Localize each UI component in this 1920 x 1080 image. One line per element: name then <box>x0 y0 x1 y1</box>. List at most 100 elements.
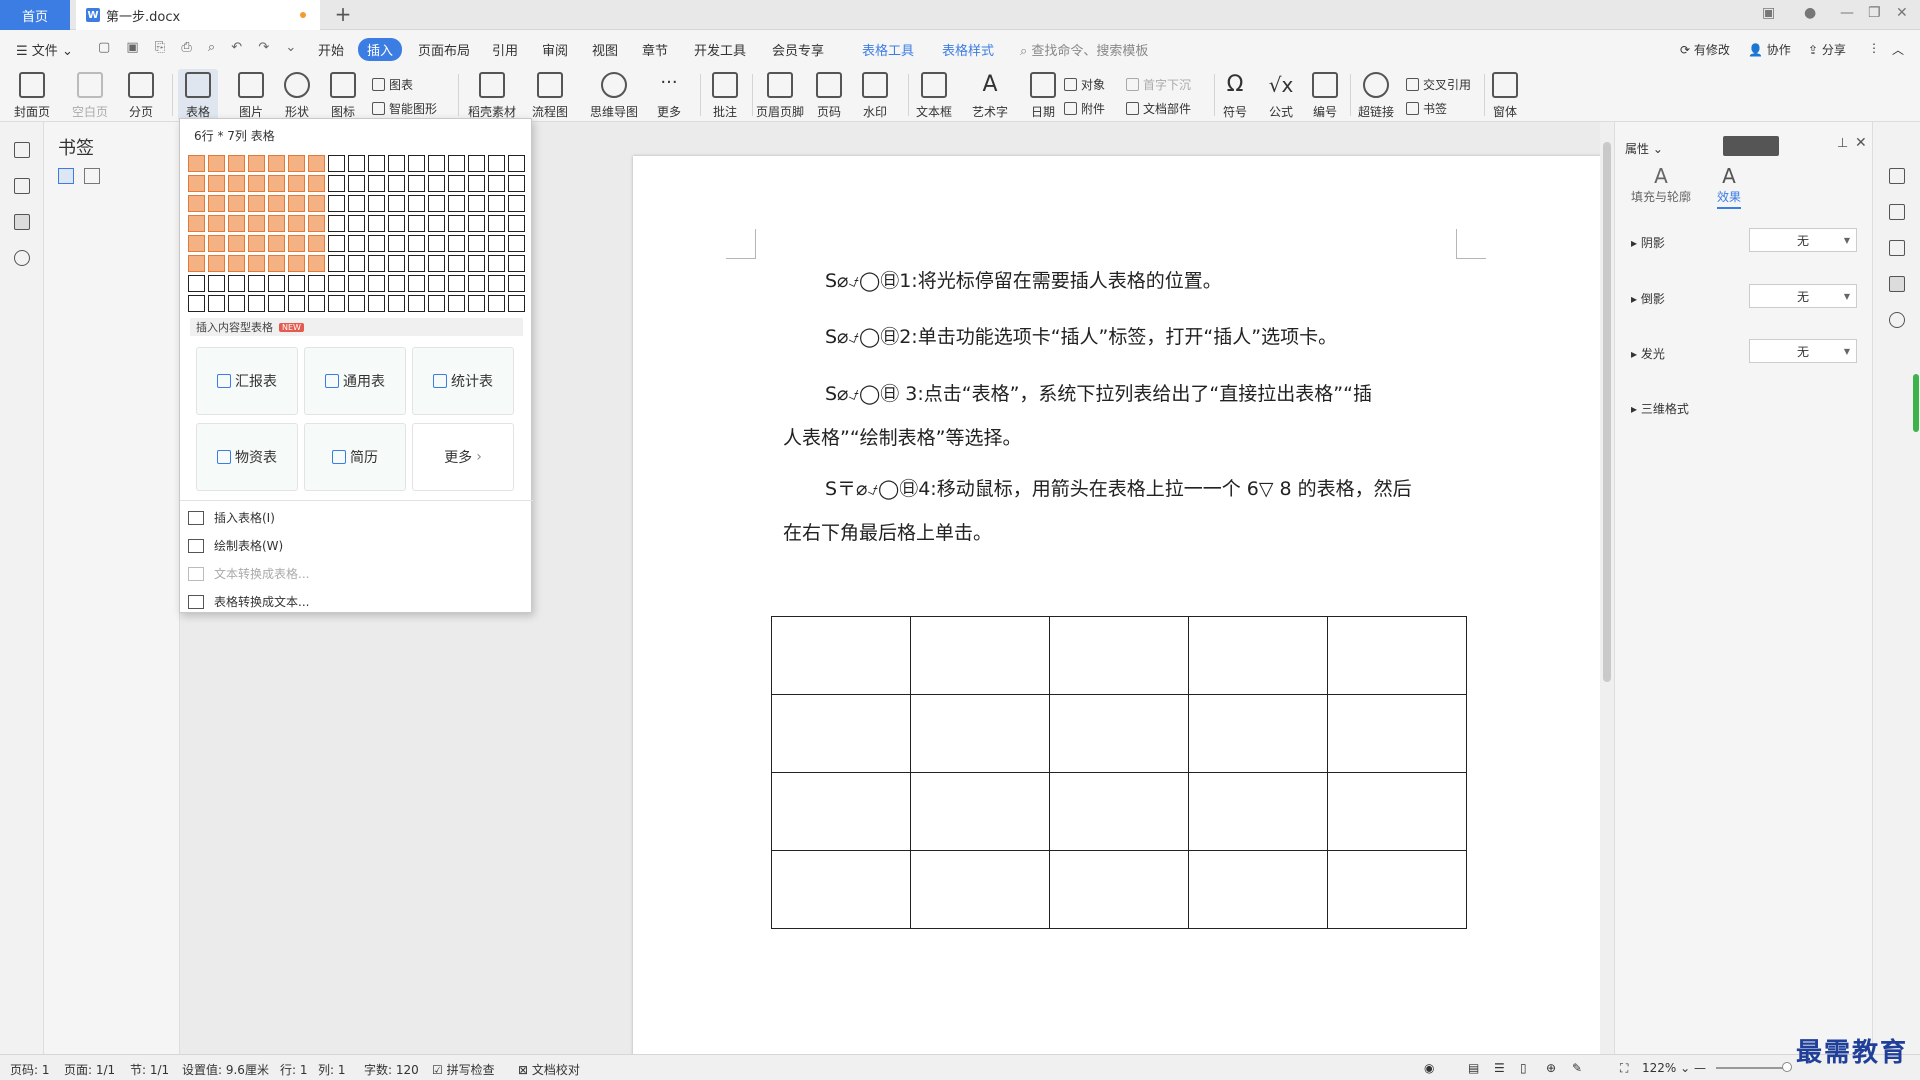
grid-cell[interactable] <box>448 255 465 272</box>
grid-cell[interactable] <box>248 235 265 252</box>
grid-cell[interactable] <box>188 295 205 312</box>
grid-cell[interactable] <box>468 155 485 172</box>
grid-cell[interactable] <box>228 295 245 312</box>
effects-tab[interactable]: A 效果 <box>1717 164 1742 209</box>
command-search[interactable]: ⌕ 查找命令、搜索模板 <box>1020 40 1148 59</box>
grid-cell[interactable] <box>288 235 305 252</box>
grid-cell[interactable] <box>508 195 525 212</box>
grid-cell[interactable] <box>428 215 445 232</box>
paragraph-step-4-cont[interactable]: 在右下角最后格上单击。 <box>783 511 1473 555</box>
grid-cell[interactable] <box>468 215 485 232</box>
grid-cell[interactable] <box>408 235 425 252</box>
table-cell[interactable] <box>1049 772 1189 851</box>
table-cell[interactable] <box>910 850 1050 929</box>
textbox-button[interactable]: 文本框 <box>916 72 952 120</box>
scrollbar-thumb[interactable] <box>1603 142 1611 682</box>
table-to-text-item[interactable]: 表格转换成文本... <box>188 593 309 610</box>
grid-cell[interactable] <box>328 255 345 272</box>
share-button[interactable]: ⇪ 分享 <box>1808 41 1846 58</box>
table-size-grid[interactable] <box>187 154 527 314</box>
table-button[interactable]: 表格 <box>178 69 218 121</box>
grid-cell[interactable] <box>308 155 325 172</box>
grid-cell[interactable] <box>448 295 465 312</box>
more-options-icon[interactable]: ⋮ <box>1868 41 1880 55</box>
table-cell[interactable] <box>1327 850 1467 929</box>
table-cell[interactable] <box>1188 616 1328 695</box>
grid-cell[interactable] <box>208 215 225 232</box>
shadow-row[interactable]: ▸ 阴影 <box>1631 234 1665 251</box>
page-view-icon[interactable]: ▤ <box>1468 1061 1479 1075</box>
picture-button[interactable]: 图片 <box>238 72 264 120</box>
doc-parts-button[interactable]: 文档部件 <box>1126 100 1191 117</box>
flowchart-button[interactable]: 流程图 <box>532 72 568 120</box>
grid-cell[interactable] <box>288 255 305 272</box>
grid-cell[interactable] <box>348 155 365 172</box>
status-word-count[interactable]: 字数: 120 <box>364 1061 419 1078</box>
formula-button[interactable]: √x 公式 <box>1268 72 1294 120</box>
grid-cell[interactable] <box>188 255 205 272</box>
grid-cell[interactable] <box>288 295 305 312</box>
grid-cell[interactable] <box>348 215 365 232</box>
grid-cell[interactable] <box>448 175 465 192</box>
document-page[interactable]: S⌀⍻◯㊐1:将光标停留在需要插人表格的位置。 S⌀⍻◯㊐2:单击功能选项卡“插… <box>633 156 1601 1056</box>
grid-cell[interactable] <box>508 295 525 312</box>
grid-cell[interactable] <box>228 235 245 252</box>
close-window-icon[interactable]: ✕ <box>1896 5 1908 21</box>
icon-library-button[interactable]: 图标 <box>330 72 356 120</box>
paragraph-step-1[interactable]: S⌀⍻◯㊐1:将光标停留在需要插人表格的位置。 <box>783 259 1473 303</box>
tab-page-layout[interactable]: 页面布局 <box>418 40 470 59</box>
grid-cell[interactable] <box>188 175 205 192</box>
spell-check-button[interactable]: ☑ 拼写检查 <box>432 1061 495 1078</box>
grid-cell[interactable] <box>508 255 525 272</box>
hyperlink-button[interactable]: 超链接 <box>1358 72 1394 120</box>
grid-cell[interactable] <box>388 175 405 192</box>
grid-cell[interactable] <box>508 155 525 172</box>
grid-cell[interactable] <box>248 195 265 212</box>
reflection-row[interactable]: ▸ 倒影 <box>1631 290 1665 307</box>
watermark-button[interactable]: 水印 <box>862 72 888 120</box>
tab-developer[interactable]: 开发工具 <box>694 40 746 59</box>
status-row[interactable]: 行: 1 <box>280 1061 308 1078</box>
grid-cell[interactable] <box>408 215 425 232</box>
attachment-button[interactable]: 附件 <box>1064 100 1105 117</box>
grid-cell[interactable] <box>428 295 445 312</box>
header-footer-button[interactable]: 页眉页脚 <box>756 72 804 120</box>
tab-document[interactable]: W 第一步.docx <box>76 0 320 30</box>
pet-icon[interactable] <box>1889 168 1905 184</box>
grid-cell[interactable] <box>468 235 485 252</box>
grid-cell[interactable] <box>448 155 465 172</box>
grid-cell[interactable] <box>248 275 265 292</box>
grid-cell[interactable] <box>408 275 425 292</box>
outline-view-icon[interactable]: ☰ <box>1494 1061 1505 1075</box>
restore-icon[interactable]: ❐ <box>1868 5 1881 21</box>
grid-cell[interactable] <box>268 175 285 192</box>
grid-cell[interactable] <box>488 295 505 312</box>
grid-cell[interactable] <box>268 295 285 312</box>
reading-view-icon[interactable]: ▯ <box>1520 1061 1527 1075</box>
fit-page-icon[interactable]: ⛶ <box>1620 1061 1628 1076</box>
cover-page-button[interactable]: 封面页 <box>14 72 50 120</box>
grid-cell[interactable] <box>368 155 385 172</box>
tab-review[interactable]: 审阅 <box>542 40 568 59</box>
grid-cell[interactable] <box>328 195 345 212</box>
grid-cell[interactable] <box>348 295 365 312</box>
collapse-ribbon-icon[interactable]: ︿ <box>1892 41 1904 58</box>
grid-cell[interactable] <box>468 175 485 192</box>
grid-cell[interactable] <box>388 195 405 212</box>
grid-cell[interactable] <box>288 175 305 192</box>
grid-cell[interactable] <box>348 195 365 212</box>
grid-cell[interactable] <box>328 175 345 192</box>
close-pane-icon[interactable]: ✕ <box>1855 135 1867 151</box>
grid-cell[interactable] <box>188 275 205 292</box>
grid-cell[interactable] <box>428 195 445 212</box>
grid-cell[interactable] <box>368 255 385 272</box>
grid-cell[interactable] <box>248 255 265 272</box>
grid-cell[interactable] <box>468 195 485 212</box>
grid-cell[interactable] <box>428 155 445 172</box>
paragraph-step-3-cont[interactable]: 人表格”“绘制表格”等选择。 <box>783 416 1473 460</box>
grid-cell[interactable] <box>508 235 525 252</box>
table-cell[interactable] <box>771 616 911 695</box>
template-resume[interactable]: 简历 <box>304 423 406 491</box>
cross-reference-button[interactable]: 交叉引用 <box>1406 76 1471 93</box>
grid-cell[interactable] <box>488 175 505 192</box>
